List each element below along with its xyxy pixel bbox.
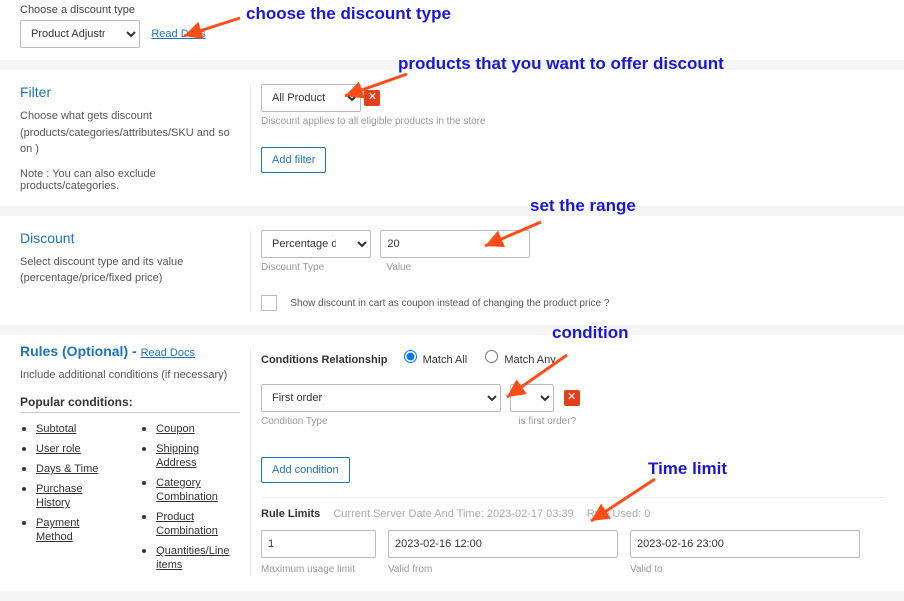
rule-limits-used: Rule Used: 0 — [587, 508, 651, 520]
list-item: Purchase History — [36, 481, 100, 509]
match-any-radio[interactable] — [485, 350, 498, 363]
list-item: Quantities/Line items — [156, 543, 240, 571]
panel-rules: condition Time limit Rules (Optional) - … — [0, 335, 904, 592]
list-item: Payment Method — [36, 515, 100, 543]
condition-remove-button[interactable]: ✕ — [564, 390, 580, 406]
popular-conditions-col1: Subtotal User role Days & Time Purchase … — [20, 421, 100, 577]
rules-divider — [261, 497, 884, 498]
cond-link[interactable]: Product Combination — [156, 511, 218, 537]
cond-link[interactable]: Quantities/Line items — [156, 545, 229, 571]
rules-read-docs-link[interactable]: Read Docs — [141, 347, 195, 359]
conditions-relationship-label: Conditions Relationship — [261, 354, 388, 366]
rules-title-prefix: Rules (Optional) - — [20, 343, 137, 359]
read-docs-link[interactable]: Read Docs — [151, 28, 205, 40]
show-discount-in-cart-checkbox[interactable] — [261, 295, 277, 311]
list-item: User role — [36, 441, 100, 455]
discount-title: Discount — [20, 230, 240, 246]
cond-link[interactable]: Days & Time — [36, 463, 98, 475]
cond-link[interactable]: Category Combination — [156, 477, 218, 503]
rules-title: Rules (Optional) - Read Docs — [20, 343, 240, 359]
discount-type-select-inner[interactable]: Percentage discount — [261, 230, 371, 258]
rule-used-value: 0 — [644, 508, 650, 520]
add-condition-button[interactable]: Add condition — [261, 457, 350, 483]
rules-include-text: Include additional conditions (if necess… — [20, 367, 240, 384]
discount-type-select[interactable]: Product Adjustment — [20, 20, 140, 48]
valid-from-input[interactable] — [388, 530, 618, 558]
rule-limits-servertime: Current Server Date And Time: 2023-02-17… — [333, 508, 576, 520]
filter-help-line2: (products/categories/attributes/SKU and … — [20, 127, 230, 156]
discount-type-label: Discount Type — [261, 262, 373, 273]
filter-select[interactable]: All Products — [261, 84, 361, 112]
condition-yesno-select[interactable]: Yes — [510, 384, 554, 412]
cond-link[interactable]: Subtotal — [36, 423, 76, 435]
list-item: Category Combination — [156, 475, 240, 503]
filter-help: Choose what gets discount (products/cate… — [20, 108, 240, 158]
discount-help-line1: Select discount type and its value — [20, 256, 183, 268]
cond-link[interactable]: Shipping Address — [156, 443, 199, 469]
valid-to-input[interactable] — [630, 530, 860, 558]
discount-value-input[interactable] — [380, 230, 530, 258]
conditions-relationship-row: Conditions Relationship Match All Match … — [261, 347, 884, 366]
condition-bool-label: is first order? — [518, 416, 576, 427]
cond-link[interactable]: User role — [36, 443, 81, 455]
filter-left-col: Filter Choose what gets discount (produc… — [20, 78, 240, 192]
panel-discount: set the range Discount Select discount t… — [0, 216, 904, 325]
condition-type-select[interactable]: First order — [261, 384, 501, 412]
show-discount-in-cart-label: Show discount in cart as coupon instead … — [290, 298, 609, 309]
max-usage-input[interactable] — [261, 530, 376, 558]
rule-limits-row: Rule Limits Current Server Date And Time… — [261, 508, 884, 520]
panel-choose-discount: Choose a discount type Product Adjustmen… — [0, 0, 904, 60]
rule-used-label: Rule Used: — [587, 508, 641, 520]
cond-link[interactable]: Purchase History — [36, 483, 82, 509]
rules-right-col: Conditions Relationship Match All Match … — [250, 347, 884, 575]
annotation-condition: condition — [552, 323, 628, 343]
rule-limits-label: Rule Limits — [261, 508, 320, 520]
max-usage-label: Maximum usage limit — [261, 564, 376, 575]
discount-help: Select discount type and its value (perc… — [20, 254, 240, 287]
match-all-radio[interactable] — [404, 350, 417, 363]
add-filter-button[interactable]: Add filter — [261, 147, 326, 173]
condition-type-label: Condition Type — [261, 416, 505, 427]
choose-discount-label: Choose a discount type — [20, 4, 884, 16]
filter-remove-button[interactable]: ✕ — [364, 90, 380, 106]
limits-grid: Maximum usage limit Valid from Valid to — [261, 530, 884, 575]
filter-right-col: All Products ✕ Discount applies to all e… — [250, 84, 884, 173]
rules-left-col: Rules (Optional) - Read Docs Include add… — [20, 343, 240, 578]
server-time-value: 2023-02-17 03:39 — [487, 508, 574, 520]
list-item: Shipping Address — [156, 441, 240, 469]
list-item: Days & Time — [36, 461, 100, 475]
cond-link[interactable]: Payment Method — [36, 517, 79, 543]
match-all-label: Match All — [423, 354, 468, 366]
filter-applies-text: Discount applies to all eligible product… — [261, 116, 486, 127]
discount-help-line2: (percentage/price/fixed price) — [20, 272, 162, 284]
valid-to-label: Valid to — [630, 564, 860, 575]
filter-note: Note : You can also exclude products/cat… — [20, 168, 240, 192]
cond-link[interactable]: Coupon — [156, 423, 195, 435]
filter-title: Filter — [20, 84, 240, 100]
popular-conditions-columns: Subtotal User role Days & Time Purchase … — [20, 421, 240, 577]
match-all-option[interactable]: Match All — [399, 354, 468, 366]
popular-conditions-col2: Coupon Shipping Address Category Combina… — [140, 421, 240, 577]
popular-conditions-heading: Popular conditions: — [20, 395, 240, 413]
panel-filter: products that you want to offer discount… — [0, 70, 904, 206]
discount-left-col: Discount Select discount type and its va… — [20, 224, 240, 287]
discount-value-label: Value — [386, 262, 411, 273]
match-any-label: Match Any — [504, 354, 555, 366]
list-item: Product Combination — [156, 509, 240, 537]
valid-from-label: Valid from — [388, 564, 618, 575]
list-item: Subtotal — [36, 421, 100, 435]
filter-help-line1: Choose what gets discount — [20, 110, 152, 122]
server-time-label: Current Server Date And Time: — [333, 508, 483, 520]
list-item: Coupon — [156, 421, 240, 435]
match-any-option[interactable]: Match Any — [480, 354, 555, 366]
discount-right-col: Percentage discount Discount Type Value … — [250, 230, 884, 311]
